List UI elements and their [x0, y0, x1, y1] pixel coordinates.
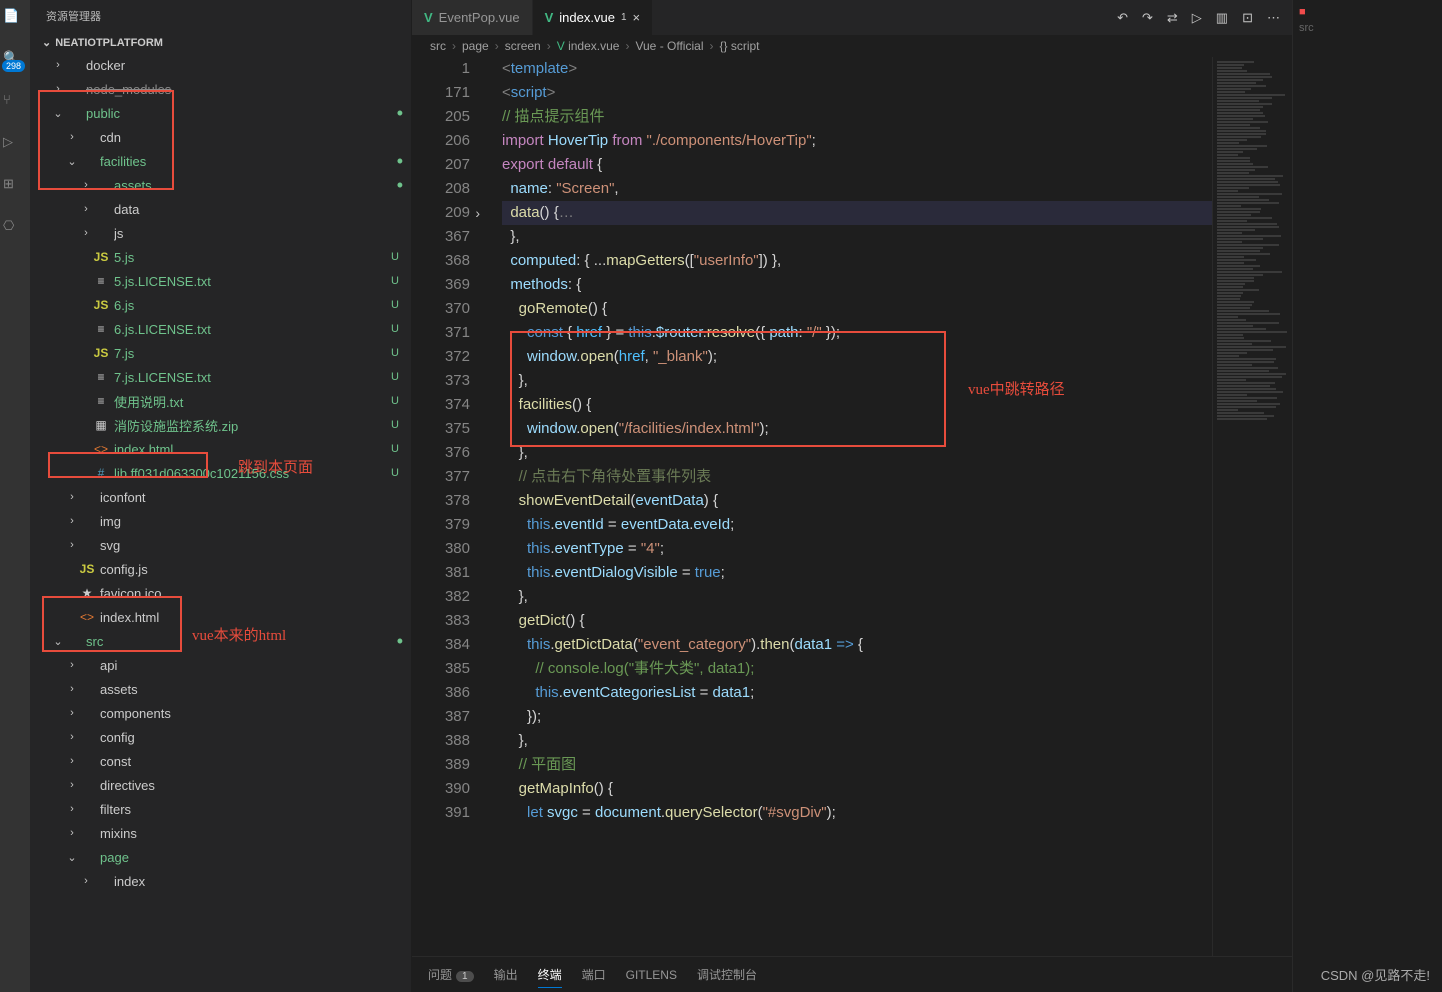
annotation-label: vue中跳转路径	[968, 378, 1065, 399]
tree-item[interactable]: ›data	[30, 197, 411, 221]
close-icon[interactable]: ×	[633, 10, 641, 25]
scm-badge: 298	[2, 60, 25, 72]
minimap[interactable]	[1212, 57, 1292, 956]
tree-item[interactable]: JS5.jsU	[30, 245, 411, 269]
tree-item[interactable]: JS7.jsU	[30, 341, 411, 365]
history-back-icon[interactable]: ↶	[1117, 10, 1128, 26]
tree-item[interactable]: ›components	[30, 701, 411, 725]
annotation-label: 跳到本页面	[238, 456, 313, 477]
tree-item[interactable]: ›docker	[30, 53, 411, 77]
tree-item[interactable]: ›cdn	[30, 125, 411, 149]
tree-item[interactable]: ★favicon.ico	[30, 581, 411, 605]
tree-item[interactable]: ›iconfont	[30, 485, 411, 509]
panel-tab[interactable]: 输出	[494, 962, 518, 987]
line-gutter: 1171205206207208209367368369370371372373…	[412, 57, 482, 956]
activity-bar: 📄 298 🔍 ⑂ ▷ ⊞ ⎔	[0, 0, 30, 992]
editor-tab[interactable]: Vindex.vue1×	[533, 0, 653, 35]
error-indicator: ■	[1299, 6, 1436, 18]
tree-item[interactable]: ›directives	[30, 773, 411, 797]
panel-tab[interactable]: 问题1	[428, 962, 474, 987]
run-icon[interactable]: ▷	[1192, 10, 1202, 26]
panel-tab[interactable]: 端口	[582, 962, 606, 987]
tree-item[interactable]: <>index.htmlU	[30, 437, 411, 461]
tree-item[interactable]: ›index	[30, 869, 411, 893]
tree-item[interactable]: ≡5.js.LICENSE.txtU	[30, 269, 411, 293]
tree-item[interactable]: ›filters	[30, 797, 411, 821]
tree-item[interactable]: ⌄facilities•	[30, 149, 411, 173]
project-header[interactable]: ⌄ NEATIOTPLATFORM	[30, 32, 411, 53]
split-icon[interactable]: ▥	[1216, 10, 1228, 26]
annotation-label: vue本来的html	[192, 624, 286, 645]
tree-item[interactable]: ›svg	[30, 533, 411, 557]
right-panel-label: src	[1299, 22, 1436, 34]
tree-item[interactable]: ›config	[30, 725, 411, 749]
tree-item[interactable]: ≡6.js.LICENSE.txtU	[30, 317, 411, 341]
editor-area: VEventPop.vueVindex.vue1× ↶ ↷ ⇄ ▷ ▥ ⊡ ⋯ …	[412, 0, 1292, 992]
tree-item[interactable]: ›node_modules	[30, 77, 411, 101]
vue-icon: V	[545, 10, 554, 25]
files-icon[interactable]: 📄	[3, 8, 27, 32]
watermark: CSDN @见路不走!	[1321, 965, 1430, 984]
tree-item[interactable]: JS6.jsU	[30, 293, 411, 317]
code-content[interactable]: <template><script>// 描点提示组件import HoverT…	[482, 57, 1212, 956]
debug-icon[interactable]: ▷	[3, 134, 27, 158]
diff-icon[interactable]: ⇄	[1167, 10, 1178, 26]
grid-icon[interactable]: ⊡	[1242, 10, 1253, 26]
tree-item[interactable]: ›js	[30, 221, 411, 245]
panel-tab[interactable]: GITLENS	[626, 964, 677, 986]
tab-actions: ↶ ↷ ⇄ ▷ ▥ ⊡ ⋯	[1117, 0, 1292, 35]
tree-item[interactable]: ⌄page	[30, 845, 411, 869]
editor-tab[interactable]: VEventPop.vue	[412, 0, 533, 35]
tree-item[interactable]: ›mixins	[30, 821, 411, 845]
tree-item[interactable]: JSconfig.js	[30, 557, 411, 581]
explorer-title: 资源管理器	[30, 0, 411, 32]
breadcrumb[interactable]: src›page›screen›V index.vue›Vue - Offici…	[412, 35, 1292, 57]
bottom-panel: 问题1 输出终端端口 GITLENS 调试控制台	[412, 956, 1292, 992]
remote-icon[interactable]: ⎔	[3, 218, 27, 242]
history-forward-icon[interactable]: ↷	[1142, 10, 1153, 26]
vue-icon: V	[424, 10, 433, 25]
tree-item[interactable]: ≡7.js.LICENSE.txtU	[30, 365, 411, 389]
extensions-icon[interactable]: ⊞	[3, 176, 27, 200]
project-name: NEATIOTPLATFORM	[55, 37, 163, 49]
tree-item[interactable]: ›img	[30, 509, 411, 533]
tree-item[interactable]: ⌄public•	[30, 101, 411, 125]
tree-item[interactable]: ▦消防设施监控系统.zipU	[30, 413, 411, 437]
right-panel: ■ src	[1292, 0, 1442, 992]
chevron-down-icon: ⌄	[42, 36, 51, 49]
code-editor[interactable]: 1171205206207208209367368369370371372373…	[412, 57, 1292, 956]
explorer-sidebar: 资源管理器 ⌄ NEATIOTPLATFORM ›docker›node_mod…	[30, 0, 412, 992]
panel-tab[interactable]: 调试控制台	[697, 962, 757, 987]
more-icon[interactable]: ⋯	[1267, 10, 1280, 26]
panel-tab[interactable]: 终端	[538, 962, 562, 988]
editor-tabs: VEventPop.vueVindex.vue1× ↶ ↷ ⇄ ▷ ▥ ⊡ ⋯	[412, 0, 1292, 35]
tree-item[interactable]: ≡使用说明.txtU	[30, 389, 411, 413]
tree-item[interactable]: ›assets•	[30, 173, 411, 197]
scm-icon[interactable]: ⑂	[3, 92, 27, 116]
file-tree: ›docker›node_modules⌄public•›cdn⌄facilit…	[30, 53, 411, 992]
tree-item[interactable]: ›assets	[30, 677, 411, 701]
tree-item[interactable]: #lib.ff031d063300c1021156.cssU	[30, 461, 411, 485]
tree-item[interactable]: ›api	[30, 653, 411, 677]
tree-item[interactable]: ›const	[30, 749, 411, 773]
